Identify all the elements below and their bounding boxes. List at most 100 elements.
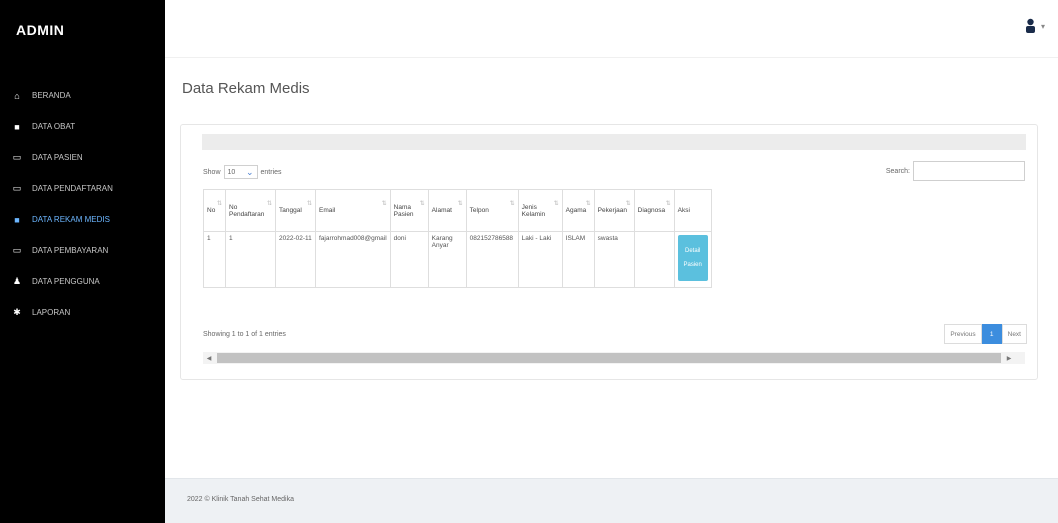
table-cell: 082152786588 [465, 231, 519, 288]
search-input[interactable] [913, 161, 1025, 181]
sidebar-menu: ⌂ BERANDA ■ DATA OBAT ▭ DATA PASIEN ▭ DATA PEND… [0, 80, 165, 328]
column-header-label: Diagnosa [637, 207, 666, 214]
sort-icon[interactable]: ⇅ [626, 200, 631, 207]
page-1-button[interactable]: 1 [981, 324, 1002, 344]
sort-icon[interactable]: ⇅ [307, 200, 312, 207]
calendar-icon: ▭ [12, 152, 22, 162]
table-cell: ISLAM [561, 231, 595, 288]
entries-value: 10 [227, 168, 236, 176]
sidebar-item-label: DATA OBAT [32, 122, 76, 131]
column-header[interactable]: Alamat ⇅ [427, 189, 467, 232]
sidebar-item-label: DATA PENGGUNA [32, 277, 100, 286]
table-header-row: No ⇅ No Pendaftaran ⇅ Tanggal ⇅ Email ⇅ Nama Pas… [203, 189, 712, 232]
table-cell: 1 [203, 231, 226, 288]
sidebar-item-label: DATA PASIEN [32, 153, 83, 162]
calendar-icon: ▭ [12, 245, 22, 255]
sort-icon[interactable]: ⇅ [267, 200, 272, 207]
previous-button[interactable]: Previous [944, 324, 982, 344]
column-header-label: Nama Pasien [393, 203, 414, 218]
column-header-label: Agama [565, 207, 587, 214]
column-header[interactable]: Tanggal ⇅ [275, 189, 316, 232]
table-cell: 2022-02-11 [275, 231, 316, 288]
pagination: Previous 1 Next [944, 324, 1027, 344]
column-header[interactable]: Aksi [673, 189, 712, 232]
pill-icon: ■ [14, 121, 20, 132]
column-header-label: Telpon [469, 207, 489, 214]
data-card: Show 10 ⌄ entries Search: No ⇅ No Pendafta… [180, 124, 1038, 380]
column-header[interactable]: Pekerjaan ⇅ [593, 189, 635, 232]
sort-icon[interactable]: ⇅ [382, 200, 387, 207]
column-header[interactable]: Nama Pasien ⇅ [389, 189, 429, 232]
entries-length-control: Show 10 ⌄ entries [203, 165, 282, 179]
column-header-label: Aksi [677, 207, 690, 214]
table-cell [633, 231, 675, 288]
sort-icon[interactable]: ⇅ [217, 200, 222, 207]
column-header[interactable]: Email ⇅ [315, 189, 391, 232]
sidebar-item-data-pengguna[interactable]: ♟ DATA PENGGUNA [0, 266, 165, 297]
footer: 2022 © Klinik Tanah Sehat Medika [165, 478, 1058, 523]
column-header[interactable]: Telpon ⇅ [465, 189, 519, 232]
sidebar-item-data-rekam-medis[interactable]: ■ DATA REKAM MEDIS [0, 204, 165, 235]
sidebar-item-label: DATA REKAM MEDIS [32, 215, 110, 224]
chevron-down-icon: ⌄ [245, 166, 254, 177]
sidebar: ADMIN ⌂ BERANDA ■ DATA OBAT ▭ DATA PASIEN ▭ DAT… [0, 0, 165, 523]
column-header[interactable]: Diagnosa ⇅ [633, 189, 675, 232]
column-header-label: Email [319, 207, 336, 214]
home-icon: ⌂ [14, 90, 20, 101]
table-cell-action: Detail Pasien [673, 231, 712, 288]
sidebar-item-laporan[interactable]: ✱ LAPORAN [0, 297, 165, 328]
user-icon: ♟ [12, 276, 22, 286]
table-cell: swasta [593, 231, 635, 288]
scroll-left-icon[interactable]: ◀ [203, 355, 215, 362]
sort-icon[interactable]: ⇅ [458, 200, 463, 207]
sidebar-item-data-pembayaran[interactable]: ▭ DATA PEMBAYARAN [0, 235, 165, 266]
table-cell: doni [389, 231, 429, 288]
entries-label: entries [260, 168, 282, 176]
next-button[interactable]: Next [1001, 324, 1027, 344]
sort-icon[interactable]: ⇅ [586, 200, 591, 207]
sidebar-item-label: DATA PEMBAYARAN [32, 246, 109, 255]
table-cell: 1 [225, 231, 276, 288]
calendar-icon: ▭ [12, 183, 22, 193]
entries-select[interactable]: 10 ⌄ [223, 165, 258, 179]
sort-icon[interactable]: ⇅ [420, 200, 425, 207]
column-header[interactable]: Jenis Kelamin ⇅ [517, 189, 563, 232]
button-label: Pasien [683, 262, 702, 268]
detail-pasien-button[interactable]: Detail Pasien [677, 235, 708, 281]
card-header [202, 134, 1026, 150]
sort-icon[interactable]: ⇅ [666, 200, 671, 207]
sidebar-item-beranda[interactable]: ⌂ BERANDA [0, 80, 165, 111]
column-header-label: No Pendaftaran [229, 203, 265, 218]
scrollbar-thumb[interactable] [217, 353, 1001, 363]
column-header-label: Jenis Kelamin [521, 203, 546, 218]
column-header[interactable]: No ⇅ [203, 189, 226, 232]
topbar: ▾ [165, 0, 1058, 58]
sidebar-item-label: DATA PENDAFTARAN [32, 184, 113, 193]
sort-icon[interactable]: ⇅ [554, 200, 559, 207]
table-cell: fajarrohmad008@gmail [315, 231, 391, 288]
horizontal-scrollbar[interactable]: ◀ ▶ [203, 352, 1025, 364]
column-header-label: Tanggal [279, 207, 302, 214]
sidebar-item-data-obat[interactable]: ■ DATA OBAT [0, 111, 165, 142]
sort-icon[interactable]: ⇅ [510, 200, 515, 207]
column-header-label: Alamat [431, 207, 452, 214]
table-info: Showing 1 to 1 of 1 entries [203, 331, 286, 338]
medical-record-icon: ■ [14, 214, 20, 225]
sidebar-item-label: LAPORAN [32, 308, 71, 317]
chevron-down-icon[interactable]: ▾ [1041, 22, 1045, 31]
brand-title[interactable]: ADMIN [16, 22, 64, 38]
footer-text: 2022 © Klinik Tanah Sehat Medika [187, 496, 294, 503]
column-header[interactable]: No Pendaftaran ⇅ [225, 189, 276, 232]
show-label: Show [203, 168, 221, 176]
scroll-right-icon[interactable]: ▶ [1003, 355, 1015, 362]
data-table: No ⇅ No Pendaftaran ⇅ Tanggal ⇅ Email ⇅ Nama Pas… [203, 189, 712, 288]
user-icon[interactable] [1025, 18, 1036, 39]
sidebar-item-data-pasien[interactable]: ▭ DATA PASIEN [0, 142, 165, 173]
page-title: Data Rekam Medis [182, 80, 310, 97]
sidebar-item-data-pendaftaran[interactable]: ▭ DATA PENDAFTARAN [0, 173, 165, 204]
table-cell: Karang Anyar [427, 231, 467, 288]
sidebar-item-label: BERANDA [32, 91, 71, 100]
table-cell: Laki - Laki [517, 231, 563, 288]
column-header[interactable]: Agama ⇅ [561, 189, 595, 232]
column-header-label: Pekerjaan [597, 207, 627, 214]
